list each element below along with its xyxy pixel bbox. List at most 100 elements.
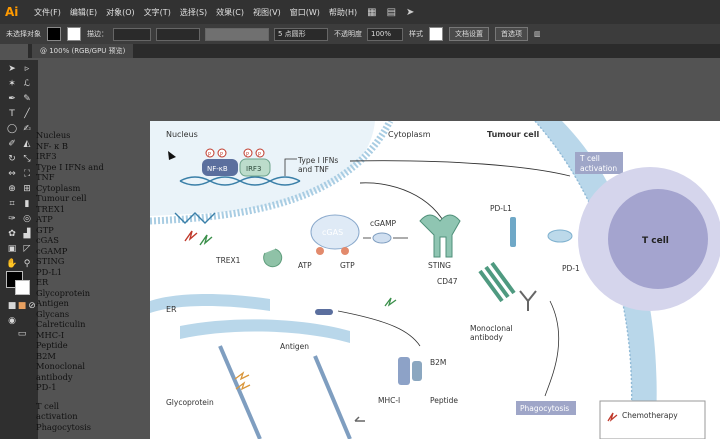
graph-tool-icon[interactable]: ▟ (21, 228, 33, 240)
list-item: PD-L1 (36, 266, 62, 277)
list-item: activation (36, 411, 78, 421)
menu-type[interactable]: 文字(T) (144, 7, 171, 18)
stroke-swatch[interactable] (67, 27, 81, 41)
list-item: IRF3 (36, 151, 57, 161)
menu-effect[interactable]: 效果(C) (216, 7, 244, 18)
menu-file[interactable]: 文件(F) (34, 7, 61, 18)
cgamp-molecule (372, 232, 392, 244)
brush-definition-field[interactable]: 5 点圆形 (274, 27, 328, 41)
nucleus-label: Nucleus (166, 130, 198, 139)
atp-label: ATP (298, 261, 312, 270)
lasso-tool-icon[interactable]: ℒ (21, 78, 33, 90)
trex1-enzyme (263, 248, 283, 268)
scale-tool-icon[interactable]: ⤡ (21, 153, 33, 165)
menu-edit[interactable]: 编辑(E) (70, 7, 97, 18)
magic-wand-tool-icon[interactable]: ✶ (6, 78, 18, 90)
blend-tool-icon[interactable]: ◎ (21, 213, 33, 225)
stroke-width-field[interactable] (113, 27, 151, 41)
pdl1-receptor (510, 217, 516, 247)
list-item: cGAMP (36, 245, 68, 256)
screen-mode-icon[interactable]: ▭ (16, 328, 28, 340)
lightning-icon-2 (199, 234, 213, 246)
stroke-color-swatch[interactable] (15, 280, 30, 295)
chemotherapy-legend (599, 400, 706, 439)
glycoprotein-label: Glycoprotein (166, 398, 214, 407)
free-transform-tool-icon[interactable]: ⛶ (21, 168, 33, 180)
menu-window[interactable]: 窗口(W) (290, 7, 320, 18)
direct-selection-tool-icon[interactable]: ▹ (21, 63, 33, 75)
list-item: Glycans (36, 308, 70, 319)
b2m-label: B2M (430, 358, 446, 367)
menu-view[interactable]: 视图(V) (253, 7, 281, 18)
tumour-cell-label: Tumour cell (487, 130, 539, 139)
arrange-icon[interactable]: ▥ (534, 30, 541, 38)
preferences-button[interactable]: 首选项 (495, 27, 528, 41)
selection-label: 未选择对象 (6, 30, 41, 38)
fill-swatch[interactable] (47, 27, 61, 41)
style-swatch[interactable] (429, 27, 443, 41)
width-tool-icon[interactable]: ⇔ (6, 168, 18, 180)
phospho-label-2: P (220, 152, 223, 158)
mono-label-1: Monoclonal (470, 324, 513, 333)
hand-tool-icon[interactable]: ✋ (6, 258, 18, 270)
ellipse-tool-icon[interactable]: ◯ (6, 123, 18, 135)
glycoprotein-strand (218, 345, 262, 439)
document-setup-button[interactable]: 文档设置 (449, 27, 489, 41)
eraser-tool-icon[interactable]: ◭ (21, 138, 33, 150)
list-item: TREX1 (36, 203, 66, 214)
line-tool-icon[interactable]: ╱ (21, 108, 33, 120)
list-item: ER (36, 277, 49, 287)
zoom-tool-icon[interactable]: ⚲ (21, 258, 33, 270)
opacity-label: 不透明度 (334, 30, 362, 38)
type-tool-icon[interactable]: T (6, 108, 18, 120)
artboard[interactable]: Nucleus Cytoplasm Tumour cell NF-κB IRF3… (150, 121, 720, 439)
brush-field[interactable] (205, 27, 269, 41)
cytoplasm-label: Cytoplasm (388, 130, 431, 139)
phospho-label-4: P (258, 152, 261, 158)
paintbrush-tool-icon[interactable]: ✍ (21, 123, 33, 135)
mono-label-2: antibody (470, 333, 503, 342)
sting-protein (419, 214, 461, 258)
draw-mode-icon[interactable]: ◉ (6, 315, 18, 327)
shaper-tool-icon[interactable]: ✐ (6, 138, 18, 150)
style-label: 样式 (409, 30, 423, 38)
er-label: ER (166, 305, 177, 314)
er-membrane-2 (180, 319, 350, 343)
trex1-label: TREX1 (215, 256, 241, 265)
gradient-tool-icon[interactable]: ▮ (21, 198, 33, 210)
selection-tool-icon[interactable]: ➤ (6, 63, 18, 75)
type1-ifn-label-1: Type I IFNs (297, 156, 338, 165)
pen-tool-icon[interactable]: ✒ (6, 93, 18, 105)
tcell-activation-label-2: activation (580, 164, 617, 173)
tumour-cell-diagram: Nucleus Cytoplasm Tumour cell NF-κB IRF3… (150, 121, 720, 439)
menu-help[interactable]: 帮助(H) (329, 7, 357, 18)
sting-label: STING (428, 261, 451, 270)
eyedropper-tool-icon[interactable]: ✑ (6, 213, 18, 225)
opacity-field[interactable]: 100% (367, 27, 403, 41)
gtp-label: GTP (340, 261, 355, 270)
send-icon[interactable]: ➤ (406, 7, 414, 18)
workspace-switch-icon[interactable]: ▤ (387, 7, 396, 18)
symbol-sprayer-tool-icon[interactable]: ✿ (6, 228, 18, 240)
tcell-activation-label-1: T cell (579, 154, 600, 163)
shape-builder-tool-icon[interactable]: ⊕ (6, 183, 18, 195)
menu-object[interactable]: 对象(O) (106, 7, 135, 18)
list-item: NF- κ B (36, 140, 69, 151)
glycoprotein-strand-2 (313, 355, 352, 439)
artboard-tool-icon[interactable]: ▣ (6, 243, 18, 255)
document-tab[interactable]: @ 100% (RGB/GPU 预览) (32, 44, 134, 58)
document-tab-bar: @ 100% (RGB/GPU 预览) (28, 44, 720, 58)
mesh-tool-icon[interactable]: ⌗ (6, 198, 18, 210)
perspective-grid-tool-icon[interactable]: ⊞ (21, 183, 33, 195)
arrow-to-tcell (349, 160, 571, 177)
workspace-grid-icon[interactable]: ▦ (367, 7, 376, 18)
mhc-protein (398, 357, 410, 385)
curvature-tool-icon[interactable]: ✎ (21, 93, 33, 105)
list-item: T cell (36, 400, 60, 411)
variable-width-field[interactable] (156, 27, 200, 41)
pd1-receptor (547, 229, 573, 243)
list-item: GTP (36, 224, 54, 235)
rotate-tool-icon[interactable]: ↻ (6, 153, 18, 165)
slice-tool-icon[interactable]: ◸ (21, 243, 33, 255)
menu-select[interactable]: 选择(S) (180, 7, 207, 18)
